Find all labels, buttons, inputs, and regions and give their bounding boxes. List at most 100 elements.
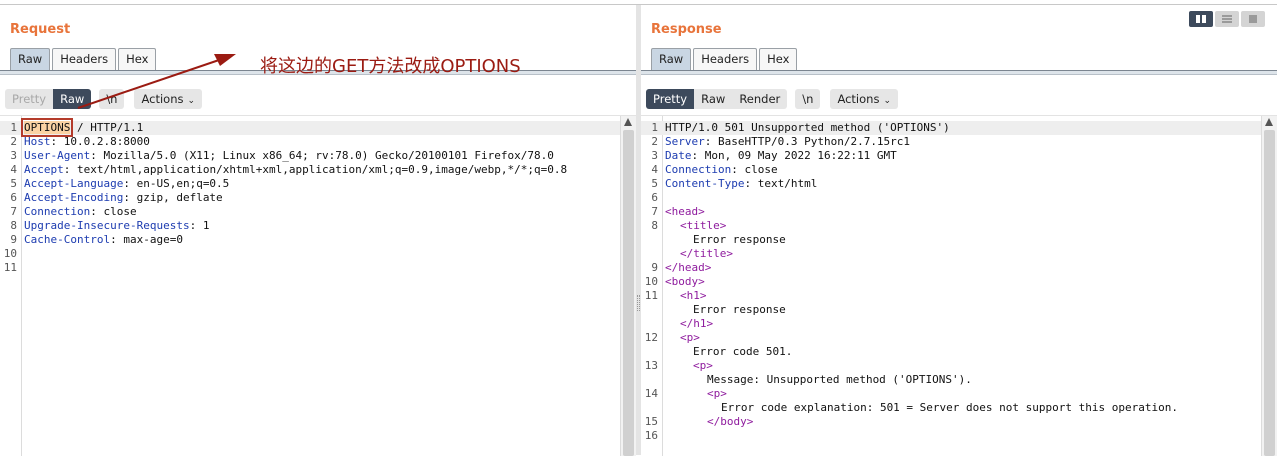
scroll-up-arrow-icon[interactable] <box>624 118 632 126</box>
response-tabs: Raw Headers Hex <box>651 48 799 70</box>
html-tag: </title> <box>680 247 733 260</box>
request-newline-button[interactable]: \n <box>99 89 125 109</box>
code-line: 7 Connection: close <box>0 205 620 219</box>
request-scrollbar[interactable] <box>620 116 636 456</box>
header-value: : Mon, 09 May 2022 16:22:11 GMT <box>691 149 897 162</box>
code-line: 3 User-Agent: Mozilla/5.0 (X11; Linux x86… <box>0 149 620 163</box>
chevron-down-icon: ⌄ <box>883 96 891 106</box>
response-pretty-button[interactable]: Pretty <box>646 89 695 109</box>
html-tag: <title> <box>680 219 727 232</box>
code-line: </title> <box>641 247 1261 261</box>
code-line: 15 </body> <box>641 415 1261 429</box>
line-number: 3 <box>10 149 17 162</box>
request-tab-headers[interactable]: Headers <box>52 48 117 70</box>
request-line-rest: / HTTP/1.1 <box>70 121 144 134</box>
header-name: Cache-Control <box>24 233 111 246</box>
code-line: 16 <box>641 429 1261 443</box>
scroll-thumb[interactable] <box>1264 130 1275 456</box>
body-text: Error response <box>693 303 786 316</box>
code-line: 9 </head> <box>641 261 1261 275</box>
scroll-thumb[interactable] <box>623 130 634 456</box>
code-line: Error code explanation: 501 = Server doe… <box>641 401 1261 415</box>
side-by-side-layout-icon[interactable] <box>1189 11 1213 27</box>
request-tab-raw[interactable]: Raw <box>10 48 51 70</box>
code-line: 2 Host: 10.0.2.8:8000 <box>0 135 620 149</box>
header-value: : BaseHTTP/0.3 Python/2.7.15rc1 <box>704 135 911 148</box>
tabbed-layout-icon[interactable] <box>1241 11 1265 27</box>
header-value: : 10.0.2.8:8000 <box>50 135 150 148</box>
request-toolbar: Pretty Raw \n Actions ⌄ <box>5 88 210 110</box>
header-name: Connection <box>665 163 732 176</box>
header-name: Date <box>665 149 692 162</box>
header-value: : 1 <box>189 219 210 232</box>
response-newline-button[interactable]: \n <box>795 89 821 109</box>
request-code: 1 OPTIONS / HTTP/1.1 2 Host: 10.0.2.8:8000… <box>0 118 620 275</box>
response-render-button[interactable]: Render <box>732 89 788 109</box>
line-number: 4 <box>651 163 658 176</box>
line-number: 10 <box>3 247 17 260</box>
html-tag: </head> <box>665 261 712 274</box>
line-number: 9 <box>651 261 658 274</box>
header-name: User-Agent <box>24 149 91 162</box>
line-number: 5 <box>10 177 17 190</box>
code-line: 8 Upgrade-Insecure-Requests: 1 <box>0 219 620 233</box>
header-name: Content-Type <box>665 177 745 190</box>
code-line: 12 <p> <box>641 331 1261 345</box>
request-pretty-button[interactable]: Pretty <box>5 89 54 109</box>
response-raw-button[interactable]: Raw <box>694 89 733 109</box>
code-line: 4 Connection: close <box>641 163 1261 177</box>
response-tab-hex[interactable]: Hex <box>759 48 798 70</box>
line-number: 6 <box>10 191 17 204</box>
splitter-grip-icon[interactable] <box>637 295 640 311</box>
response-scrollbar[interactable] <box>1261 116 1277 456</box>
line-number: 15 <box>644 415 658 428</box>
request-tabs: Raw Headers Hex <box>10 48 158 70</box>
body-text: Message: Unsupported method ('OPTIONS'). <box>707 373 972 386</box>
code-line: 6 <box>641 191 1261 205</box>
response-toolbar: Pretty Raw Render \n Actions ⌄ <box>646 88 906 110</box>
code-line: 11 <h1> <box>641 289 1261 303</box>
line-number: 2 <box>10 135 17 148</box>
html-tag: <h1> <box>680 289 707 302</box>
html-tag: <p> <box>707 387 727 400</box>
request-tab-hex[interactable]: Hex <box>118 48 157 70</box>
html-tag: </body> <box>707 415 754 428</box>
header-name: Host <box>24 135 51 148</box>
line-number: 3 <box>651 149 658 162</box>
line-number: 12 <box>644 331 658 344</box>
response-tab-raw[interactable]: Raw <box>651 48 692 70</box>
line-number: 8 <box>10 219 17 232</box>
code-line: 8 <title> <box>641 219 1261 233</box>
code-line: 4 Accept: text/html,application/xhtml+xml… <box>0 163 620 177</box>
header-name: Server <box>665 135 705 148</box>
request-actions-label: Actions <box>141 92 184 106</box>
request-actions-button[interactable]: Actions ⌄ <box>134 89 203 109</box>
line-number: 11 <box>3 261 17 274</box>
response-tab-headers[interactable]: Headers <box>693 48 758 70</box>
line-number: 1 <box>10 121 17 134</box>
line-number: 7 <box>10 205 17 218</box>
header-name: Upgrade-Insecure-Requests <box>24 219 190 232</box>
line-number: 2 <box>651 135 658 148</box>
request-title: Request <box>10 22 71 37</box>
stacked-layout-icon[interactable] <box>1215 11 1239 27</box>
request-editor[interactable]: 1 OPTIONS / HTTP/1.1 2 Host: 10.0.2.8:8000… <box>0 115 636 456</box>
header-value: : gzip, deflate <box>123 191 223 204</box>
scroll-up-arrow-icon[interactable] <box>1265 118 1273 126</box>
code-line: 7 <head> <box>641 205 1261 219</box>
line-number: 5 <box>651 177 658 190</box>
request-raw-button[interactable]: Raw <box>53 89 92 109</box>
header-value: : text/html,application/xhtml+xml,applic… <box>63 163 568 176</box>
header-name: Accept-Language <box>24 177 124 190</box>
response-tab-underline <box>641 70 1277 75</box>
header-value: : close <box>90 205 137 218</box>
line-number: 11 <box>644 289 658 302</box>
response-actions-button[interactable]: Actions ⌄ <box>830 89 898 109</box>
body-text: Error code explanation: 501 = Server doe… <box>721 401 1178 414</box>
code-line: Error code 501. <box>641 345 1261 359</box>
response-editor[interactable]: 1 HTTP/1.0 501 Unsupported method ('OPTIO… <box>641 115 1277 456</box>
code-line: Message: Unsupported method ('OPTIONS'). <box>641 373 1261 387</box>
line-number: 1 <box>651 121 658 134</box>
code-line: 11 <box>0 261 620 275</box>
annotation-text: 将这边的GET方法改成OPTIONS <box>260 56 521 77</box>
